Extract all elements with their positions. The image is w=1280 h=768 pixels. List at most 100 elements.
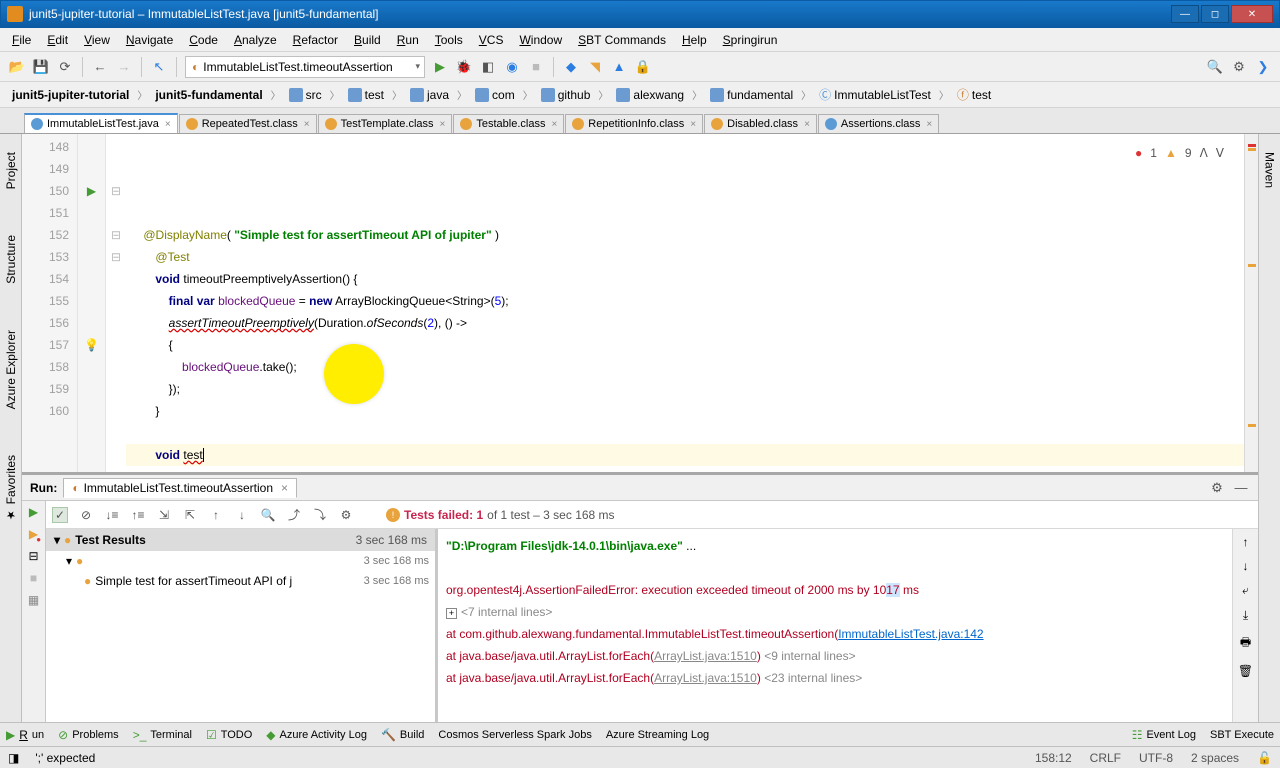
bottom-tab-azure-activity-log[interactable]: ◆ Azure Activity Log xyxy=(266,728,367,742)
up-icon[interactable]: ↑ xyxy=(208,507,224,523)
rerun-failed-icon[interactable]: ▶● xyxy=(29,527,38,541)
open-icon[interactable]: 📂 xyxy=(8,58,26,76)
close-icon[interactable]: × xyxy=(551,119,557,130)
indent-info[interactable]: 2 spaces xyxy=(1191,751,1239,765)
run-tab[interactable]: ◐ ImmutableListTest.timeoutAssertion × xyxy=(63,478,297,498)
close-icon[interactable]: × xyxy=(440,119,446,130)
code-editor[interactable]: 148149150151152153154155156157158159160 … xyxy=(22,134,1258,472)
nav-up-icon[interactable]: ↖ xyxy=(150,58,168,76)
save-all-icon[interactable]: 💾 xyxy=(32,58,50,76)
find-icon[interactable]: 🔍 xyxy=(260,507,276,523)
menu-refactor[interactable]: Refactor xyxy=(285,31,346,49)
search-icon[interactable]: 🔍 xyxy=(1206,58,1224,76)
bottom-tab-build[interactable]: 🔨 Build xyxy=(381,728,424,742)
menu-vcs[interactable]: VCS xyxy=(471,31,512,49)
stop-icon[interactable]: ■ xyxy=(527,58,545,76)
test-console[interactable]: "D:\Program Files\jdk-14.0.1\bin\java.ex… xyxy=(438,529,1232,722)
close-icon[interactable]: × xyxy=(926,119,932,130)
bottom-tab-cosmos-serverless-spark-jobs[interactable]: Cosmos Serverless Spark Jobs xyxy=(438,729,591,741)
bottom-tab-todo[interactable]: ☑ TODO xyxy=(206,728,252,742)
pass-filter-icon[interactable]: ✓ xyxy=(52,507,68,523)
close-icon[interactable]: × xyxy=(804,119,810,130)
azure-explorer-tab[interactable]: Azure Explorer xyxy=(2,322,20,417)
menu-sbt-commands[interactable]: SBT Commands xyxy=(570,31,674,49)
editor-tab[interactable]: Testable.class× xyxy=(453,114,564,133)
test-tree-row[interactable]: ● Simple test for assertTimeout API of j… xyxy=(46,571,435,591)
breadcrumb-item[interactable]: junit5-fundamental xyxy=(149,87,268,103)
collapse-icon[interactable]: ⇱ xyxy=(182,507,198,523)
bottom-tab-problems[interactable]: ⊘ Problems xyxy=(58,728,119,742)
azure-icon[interactable]: ◆ xyxy=(562,58,580,76)
breadcrumb-item[interactable]: src xyxy=(283,87,328,103)
up-arrow-icon[interactable]: ↑ xyxy=(1243,535,1249,549)
menu-edit[interactable]: Edit xyxy=(39,31,76,49)
menu-help[interactable]: Help xyxy=(674,31,715,49)
breadcrumb-item[interactable]: ⓕ test xyxy=(951,85,997,104)
run-config-selector[interactable]: ◐ ImmutableListTest.timeoutAssertion xyxy=(185,56,425,78)
breadcrumb-item[interactable]: com xyxy=(469,87,521,103)
breadcrumb-item[interactable]: junit5-jupiter-tutorial xyxy=(6,87,135,103)
breadcrumb-item[interactable]: github xyxy=(535,87,597,103)
settings-icon[interactable]: ⚙ xyxy=(338,507,354,523)
test-tree-row[interactable]: ▾ ● 3 sec 168 ms xyxy=(46,551,435,571)
settings-icon[interactable]: ⚙ xyxy=(1230,58,1248,76)
gear-icon[interactable]: ⚙ xyxy=(1208,479,1226,497)
menu-build[interactable]: Build xyxy=(346,31,389,49)
profile-icon[interactable]: ◉ xyxy=(503,58,521,76)
expand-icon[interactable]: ⇲ xyxy=(156,507,172,523)
debug-icon[interactable]: 🐞 xyxy=(455,58,473,76)
menu-run[interactable]: Run xyxy=(389,31,427,49)
run-icon[interactable]: ▶ xyxy=(431,58,449,76)
inspection-summary[interactable]: ●1 ▲9 ᐱᐯ xyxy=(1135,142,1224,164)
editor-tab[interactable]: ImmutableListTest.java× xyxy=(24,113,178,133)
editor-tab[interactable]: RepeatedTest.class× xyxy=(179,114,317,133)
breadcrumb-item[interactable]: Ⓒ ImmutableListTest xyxy=(813,85,937,104)
menu-window[interactable]: Window xyxy=(511,31,570,49)
maven-tab[interactable]: Maven xyxy=(1261,144,1279,196)
menu-springirun[interactable]: Springirun xyxy=(715,31,786,49)
print-icon[interactable]: 🖶 xyxy=(1240,633,1251,654)
status-icon[interactable]: ◨ xyxy=(8,751,19,765)
bottom-tab-terminal[interactable]: >_ Terminal xyxy=(133,728,192,742)
back-icon[interactable]: ← xyxy=(91,58,109,76)
dump-icon[interactable]: ▦ xyxy=(28,593,39,607)
close-icon[interactable]: × xyxy=(690,119,696,130)
project-tab[interactable]: Project xyxy=(2,144,20,197)
editor-tab[interactable]: RepetitionInfo.class× xyxy=(565,114,703,133)
editor-tab[interactable]: Assertions.class× xyxy=(818,114,939,133)
menu-view[interactable]: View xyxy=(76,31,118,49)
trash-icon[interactable]: 🗑 xyxy=(1238,664,1253,678)
structure-tab[interactable]: Structure xyxy=(2,227,20,292)
down-icon[interactable]: ↓ xyxy=(234,507,250,523)
import-icon[interactable]: ⤵ xyxy=(312,507,328,523)
sync-icon[interactable]: ⟳ xyxy=(56,58,74,76)
sort2-icon[interactable]: ↑≡ xyxy=(130,507,146,523)
bottom-tab-event-log[interactable]: ☷ Event Log xyxy=(1132,728,1196,742)
scroll-icon[interactable]: ⤓ xyxy=(1243,608,1248,623)
close-icon[interactable]: × xyxy=(304,119,310,130)
menu-file[interactable]: File xyxy=(4,31,39,49)
stop-icon[interactable]: ■ xyxy=(30,571,37,585)
editor-tab[interactable]: Disabled.class× xyxy=(704,114,817,133)
favorites-tab[interactable]: ★ Favorites xyxy=(2,447,20,529)
close-button[interactable]: ✕ xyxy=(1231,5,1273,23)
file-encoding[interactable]: UTF-8 xyxy=(1139,751,1173,765)
coverage-icon[interactable]: ◧ xyxy=(479,58,497,76)
breadcrumb-item[interactable]: java xyxy=(404,87,455,103)
ignore-filter-icon[interactable]: ⊘ xyxy=(78,507,94,523)
wrap-icon[interactable]: ⤶ xyxy=(1242,583,1249,598)
menu-tools[interactable]: Tools xyxy=(427,31,471,49)
menu-code[interactable]: Code xyxy=(181,31,226,49)
menu-analyze[interactable]: Analyze xyxy=(226,31,285,49)
export-icon[interactable]: ⤴ xyxy=(286,507,302,523)
breadcrumb-item[interactable]: fundamental xyxy=(704,87,799,103)
error-stripe[interactable] xyxy=(1244,134,1258,472)
sort-icon[interactable]: ↓≡ xyxy=(104,507,120,523)
breadcrumb-item[interactable]: alexwang xyxy=(610,87,690,103)
toggle-auto-icon[interactable]: ⊟ xyxy=(28,549,38,563)
minimize-button[interactable]: — xyxy=(1171,5,1199,23)
bottom-tab-azure-streaming-log[interactable]: Azure Streaming Log xyxy=(606,729,709,741)
line-separator[interactable]: CRLF xyxy=(1090,751,1121,765)
editor-tab[interactable]: TestTemplate.class× xyxy=(318,114,453,133)
triangle-icon[interactable]: ◥ xyxy=(586,58,604,76)
